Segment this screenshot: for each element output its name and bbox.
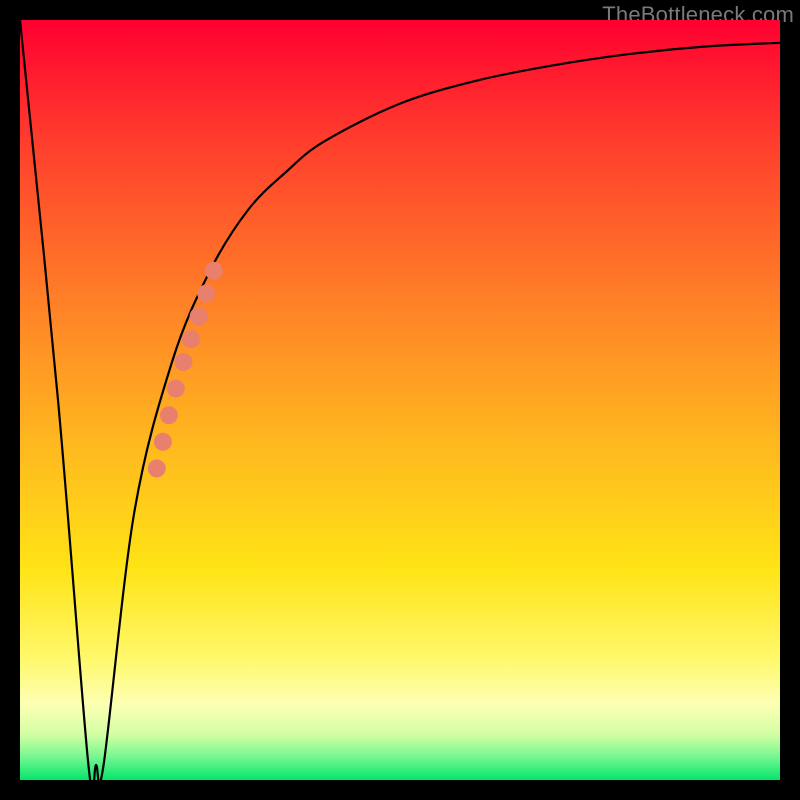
highlight-dot [174,353,192,371]
highlight-dot [160,406,178,424]
highlight-dot [167,380,185,398]
highlight-dot [182,330,200,348]
main-curve [20,20,780,780]
highlight-dot [190,307,208,325]
highlight-dot [205,262,223,280]
curve-svg [20,20,780,780]
highlight-dot [148,459,166,477]
highlight-dots-group [148,262,223,478]
plot-area [20,20,780,780]
highlight-dot [154,433,172,451]
chart-container: TheBottleneck.com [0,0,800,800]
highlight-dot [197,285,215,303]
